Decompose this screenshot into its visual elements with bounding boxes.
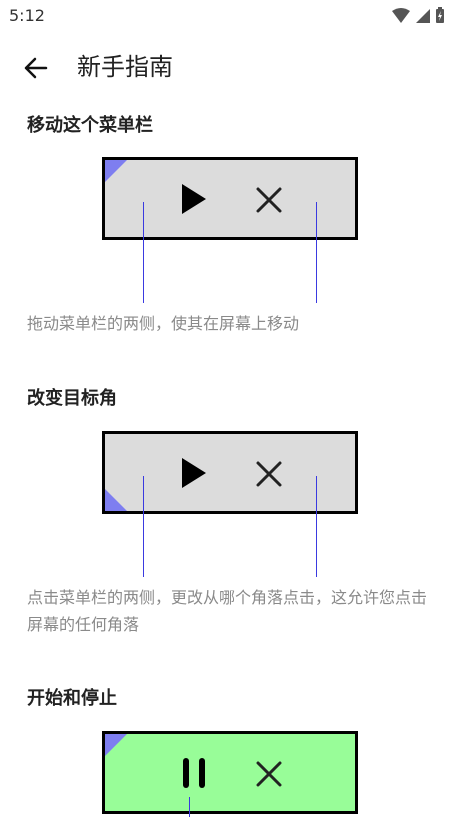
pointer-line-right xyxy=(316,202,317,303)
battery-icon xyxy=(436,7,444,23)
play-icon xyxy=(182,184,206,214)
corner-marker-icon xyxy=(105,734,127,756)
wifi-icon xyxy=(392,8,410,23)
section-description-move: 拖动菜单栏的两侧，使其在屏幕上移动 xyxy=(27,314,300,333)
pointer-line-left xyxy=(143,202,144,303)
pointer-line-left xyxy=(143,476,144,577)
status-bar: 5:12 xyxy=(0,0,460,32)
status-time: 5:12 xyxy=(9,6,45,25)
pointer-line-right xyxy=(316,476,317,577)
back-button[interactable] xyxy=(18,52,54,84)
section-description-corner: 点击菜单栏的两侧，更改从哪个角落点击，这允许您点击屏幕的任何角落 xyxy=(27,588,428,634)
close-icon xyxy=(256,461,282,487)
status-icons xyxy=(392,7,444,23)
demo-menu-bar-corner xyxy=(102,431,358,514)
demo-menu-bar-move xyxy=(102,157,358,240)
app-bar: 新手指南 xyxy=(0,40,460,96)
play-icon xyxy=(182,458,206,488)
close-icon xyxy=(256,761,282,787)
page-title: 新手指南 xyxy=(77,53,173,81)
corner-marker-icon xyxy=(105,160,127,182)
section-heading-move: 移动这个菜单栏 xyxy=(27,115,153,136)
pointer-line-center xyxy=(189,797,190,817)
section-heading-start-stop: 开始和停止 xyxy=(27,688,117,709)
signal-icon xyxy=(416,9,430,23)
demo-menu-bar-start-stop xyxy=(102,731,358,814)
pause-icon xyxy=(183,758,205,788)
corner-marker-icon xyxy=(105,489,127,511)
arrow-left-icon xyxy=(24,57,48,79)
close-icon xyxy=(256,187,282,213)
section-heading-target-corner: 改变目标角 xyxy=(27,388,117,409)
